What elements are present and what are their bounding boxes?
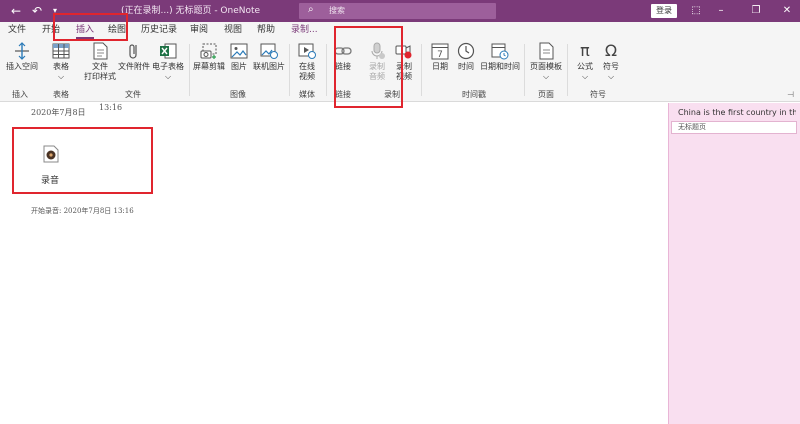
equation-dropdown-icon: ⌵	[581, 72, 589, 81]
tab-file[interactable]: 文件	[8, 24, 26, 37]
date-time-label: 日期和时间	[480, 62, 520, 71]
ribbon-separator	[567, 44, 568, 96]
close-icon[interactable]: ✕	[777, 3, 797, 19]
insert-space-button[interactable]: 插入空间	[4, 42, 40, 72]
date-label: 日期	[432, 62, 448, 71]
restore-icon[interactable]: ❐	[746, 3, 766, 19]
date-time-button[interactable]: 日期和时间	[479, 42, 521, 72]
ribbon-separator	[189, 44, 190, 96]
date-button[interactable]: 7 日期	[428, 42, 452, 72]
page-date: 2020年7月8日	[31, 108, 86, 117]
tab-recording[interactable]: 录制...	[291, 24, 318, 37]
insert-space-icon	[13, 42, 31, 60]
back-arrow-icon[interactable]: ←	[9, 4, 23, 18]
file-attachment-label: 文件附件	[118, 62, 150, 71]
recording-start-text: 开始录音: 2020年7月8日 13:16	[31, 207, 134, 215]
omega-icon: Ω	[604, 41, 618, 60]
paperclip-icon	[125, 42, 143, 60]
spreadsheet-dropdown-icon: ⌵	[164, 72, 172, 81]
table-button[interactable]: 表格 ⌵	[48, 42, 74, 82]
symbol-button[interactable]: Ω 符号 ⌵	[600, 42, 622, 82]
screen-clipping-label: 屏幕剪辑	[193, 62, 225, 71]
excel-spreadsheet-icon	[159, 42, 177, 60]
page-templates-dropdown-icon: ⌵	[542, 72, 550, 81]
search-box[interactable]: ⌕ 搜索	[299, 3, 496, 19]
online-video-button[interactable]: 在线 视频	[294, 42, 320, 82]
insert-space-label: 插入空间	[6, 62, 38, 71]
page-time: 13:16	[99, 103, 123, 112]
table-dropdown-icon: ⌵	[57, 72, 65, 81]
file-attachment-button[interactable]: 文件附件	[117, 42, 151, 72]
equation-button[interactable]: π 公式 ⌵	[574, 42, 596, 82]
page-list-item[interactable]: China is the first country in the	[678, 108, 796, 117]
online-picture-label: 联机图片	[253, 62, 285, 71]
spreadsheet-label: 电子表格	[152, 62, 184, 71]
file-printout-label-2: 打印样式	[84, 72, 116, 81]
page-template-icon	[537, 42, 555, 60]
file-printout-label-1: 文件	[92, 62, 108, 71]
online-picture-icon	[260, 42, 278, 60]
time-label: 时间	[458, 62, 474, 71]
calendar-clock-icon	[491, 42, 509, 60]
symbol-dropdown-icon: ⌵	[607, 72, 615, 81]
pin-ribbon-icon[interactable]: ⊣	[787, 90, 794, 99]
online-video-icon	[298, 42, 316, 60]
annotation-box-insert-draw-tabs	[53, 13, 128, 41]
group-label-insert: 插入	[12, 90, 28, 99]
group-label-media: 媒体	[299, 90, 315, 99]
annotation-box-audio-file	[12, 127, 153, 194]
table-label: 表格	[53, 62, 69, 71]
tab-view[interactable]: 视图	[224, 24, 242, 37]
page-list-item-selected[interactable]: 无标题页	[671, 121, 797, 134]
group-label-timestamp: 时间戳	[462, 90, 486, 99]
ribbon-separator	[524, 44, 525, 96]
group-label-images: 图像	[230, 90, 246, 99]
pages-panel	[668, 103, 800, 424]
undo-icon[interactable]: ↶	[30, 4, 44, 18]
spreadsheet-button[interactable]: 电子表格 ⌵	[150, 42, 186, 82]
page-templates-label: 页面模板	[530, 62, 562, 71]
time-button[interactable]: 时间	[454, 42, 478, 72]
screen-clipping-button[interactable]: 屏幕剪辑	[192, 42, 226, 72]
minimize-icon[interactable]: –	[711, 3, 731, 19]
tab-history[interactable]: 历史记录	[141, 24, 177, 37]
annotation-box-recording-group	[334, 26, 403, 108]
clock-icon	[457, 42, 475, 60]
online-video-label-2: 视频	[299, 72, 315, 81]
calendar-icon: 7	[431, 42, 449, 60]
ribbon-separator	[421, 44, 422, 96]
group-label-pages: 页面	[538, 90, 554, 99]
search-placeholder: 搜索	[329, 6, 345, 15]
file-printout-button[interactable]: 文件 打印样式	[84, 42, 116, 82]
ribbon-separator	[326, 44, 327, 96]
group-label-tables: 表格	[53, 90, 69, 99]
ribbon-display-options-icon[interactable]: ⬚	[686, 3, 706, 19]
page-templates-button[interactable]: 页面模板 ⌵	[528, 42, 564, 82]
calendar-day-text: 7	[437, 50, 443, 60]
table-icon	[52, 42, 70, 60]
pi-icon: π	[580, 41, 590, 60]
online-picture-button[interactable]: 联机图片	[252, 42, 286, 72]
group-label-symbols: 符号	[590, 90, 606, 99]
screen-clipping-icon	[200, 42, 218, 60]
tab-review[interactable]: 审阅	[190, 24, 208, 37]
window-title: (正在录制...) 无标题页 - OneNote	[121, 6, 261, 16]
picture-icon	[230, 42, 248, 60]
ribbon-separator	[289, 44, 290, 96]
picture-label: 图片	[231, 62, 247, 71]
tab-help[interactable]: 帮助	[257, 24, 275, 37]
picture-button[interactable]: 图片	[228, 42, 250, 72]
symbol-label: 符号	[603, 62, 619, 71]
group-label-files: 文件	[125, 90, 141, 99]
equation-label: 公式	[577, 62, 593, 71]
search-icon: ⌕	[308, 4, 314, 15]
file-printout-icon	[91, 42, 109, 60]
online-video-label-1: 在线	[299, 62, 315, 71]
login-button[interactable]: 登录	[651, 4, 677, 18]
